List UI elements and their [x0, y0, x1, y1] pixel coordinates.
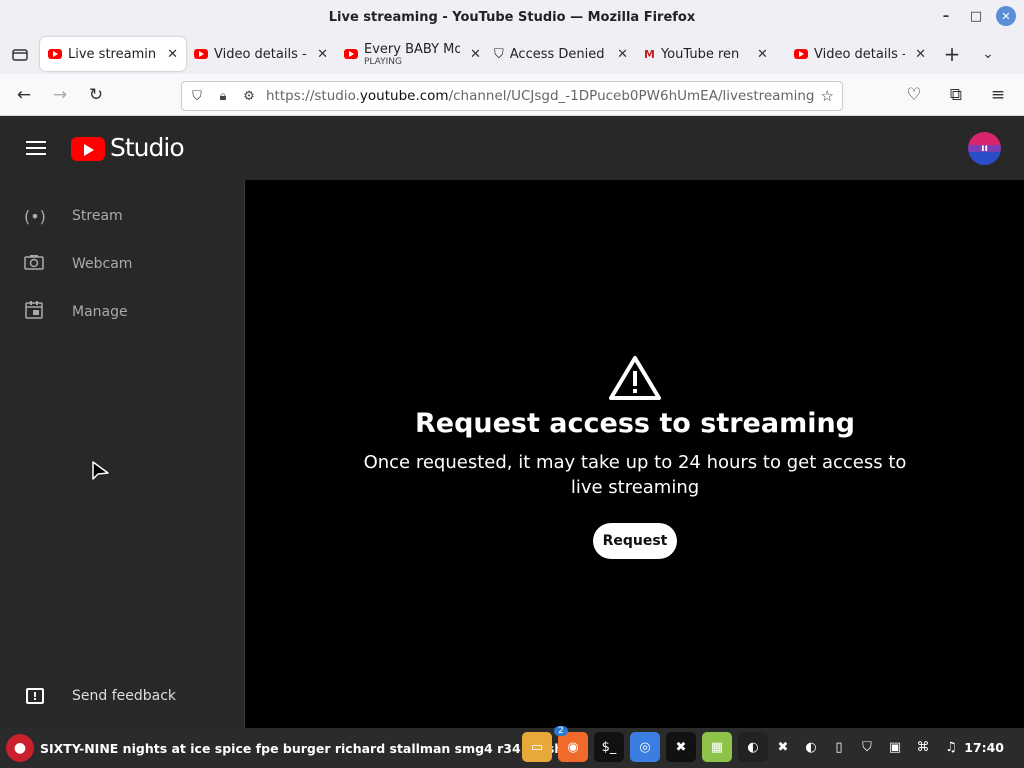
sidebar-item-label: Manage: [72, 304, 128, 320]
tab-youtube-ren[interactable]: M YouTube ren ✕: [636, 37, 786, 71]
firefox-icon[interactable]: ◉ 2: [554, 726, 588, 762]
main-content: Request access to streaming Once request…: [246, 180, 1024, 728]
menu-icon[interactable]: ≡: [980, 77, 1016, 113]
tab-playing-label: PLAYING: [364, 56, 402, 67]
back-arrow-icon[interactable]: ←: [6, 77, 42, 113]
folder-icon[interactable]: ▭: [522, 732, 552, 762]
hamburger-menu-icon[interactable]: [26, 141, 46, 155]
tab-text: Every BABY Mo PLAYING: [364, 42, 460, 67]
sidebar-item-manage[interactable]: Manage: [0, 292, 245, 332]
page-title: Request access to streaming: [414, 408, 856, 439]
tab-label: Access Denied: [509, 46, 605, 62]
tab-label: Video details - ‘: [214, 46, 308, 62]
notification-badge: 2: [554, 726, 568, 736]
tab-video-details-2[interactable]: Video details - ✕: [786, 37, 934, 71]
clipboard-icon[interactable]: ▯: [828, 734, 850, 760]
reload-icon[interactable]: ↻: [78, 77, 114, 113]
request-button[interactable]: Request: [593, 523, 677, 559]
taskbar: ● SIXTY-NINE nights at ice spice fpe bur…: [0, 726, 1024, 768]
studio-brand[interactable]: Studio: [110, 133, 185, 162]
obs-tray-icon[interactable]: ◐: [800, 734, 822, 760]
youtube-icon: [344, 49, 358, 59]
close-tab-icon[interactable]: ✕: [470, 47, 481, 62]
tab-list-icon[interactable]: [0, 34, 40, 74]
tab-label: Video details -: [814, 46, 906, 62]
sidebar-item-webcam[interactable]: Webcam: [0, 244, 245, 284]
page-description: Once requested, it may take up to 24 hou…: [363, 452, 907, 498]
lock-icon[interactable]: 🔒︎: [214, 89, 232, 104]
camera-icon: [0, 254, 72, 274]
broadcast-icon: (•): [24, 206, 46, 226]
close-tab-icon[interactable]: ✕: [915, 47, 926, 62]
forward-arrow-icon[interactable]: →: [42, 77, 78, 113]
update-icon[interactable]: ▣: [884, 734, 906, 760]
permissions-icon[interactable]: ⚙: [240, 89, 258, 104]
chrome-icon[interactable]: ◎: [630, 732, 660, 762]
terminal-icon[interactable]: $_: [594, 732, 624, 762]
window-titlebar: Live streaming - YouTube Studio — Mozill…: [0, 0, 1024, 34]
sidebar: (•) Stream Webcam Manage ! Send feedback: [0, 180, 245, 728]
gmail-icon: M: [644, 47, 655, 61]
close-window-button[interactable]: ✕: [996, 6, 1016, 26]
url-bar[interactable]: ⛉ 🔒︎ ⚙ https://studio.youtube.com/channe…: [181, 81, 843, 111]
sidebar-item-label: Send feedback: [72, 688, 177, 704]
youtube-icon: [48, 49, 62, 59]
music-icon[interactable]: ♫: [940, 734, 962, 760]
bookmark-star-icon[interactable]: ☆: [821, 87, 834, 105]
feedback-icon: !: [0, 688, 72, 704]
close-tab-icon[interactable]: ✕: [617, 47, 628, 62]
calendar-icon: [0, 300, 72, 324]
tracking-shield-icon[interactable]: ⛉: [188, 89, 206, 104]
extensions-icon[interactable]: ⧉: [938, 77, 974, 113]
network-icon[interactable]: ⌘: [912, 734, 934, 760]
grid-app-icon[interactable]: ▦: [702, 732, 732, 762]
xampp-icon[interactable]: ✖: [666, 732, 696, 762]
tab-label: Live streaming: [68, 46, 158, 62]
youtube-icon: [794, 49, 808, 59]
security-shield-icon[interactable]: ⛉: [856, 734, 878, 760]
avatar[interactable]: ıı: [968, 132, 1001, 165]
studio-header: Studio ıı: [0, 116, 1024, 180]
sidebar-item-label: Webcam: [72, 256, 133, 272]
tab-every-baby[interactable]: Every BABY Mo PLAYING ✕: [336, 37, 486, 71]
close-tab-icon[interactable]: ✕: [757, 47, 768, 62]
close-tab-icon[interactable]: ✕: [317, 47, 328, 62]
angry-bird-icon[interactable]: ●: [6, 734, 34, 762]
new-tab-icon[interactable]: +: [934, 36, 970, 72]
navigation-bar: ← → ↻ ⛉ 🔒︎ ⚙ https://studio.youtube.com/…: [0, 74, 1024, 116]
window-title: Live streaming - YouTube Studio — Mozill…: [328, 9, 696, 25]
youtube-icon: [194, 49, 208, 59]
tab-access-denied[interactable]: ⛉ Access Denied ✕: [486, 37, 636, 71]
minimize-button[interactable]: –: [936, 6, 956, 26]
mouse-cursor-icon: [91, 460, 111, 486]
tab-label: YouTube ren: [660, 46, 740, 62]
tab-video-details-1[interactable]: Video details - ‘ ✕: [186, 37, 336, 71]
youtube-logo-icon[interactable]: [71, 137, 105, 161]
close-tab-icon[interactable]: ✕: [167, 47, 178, 62]
chevron-down-icon[interactable]: ⌄: [970, 36, 1006, 72]
maximize-button[interactable]: □: [966, 6, 986, 26]
tab-label: Every BABY Mo: [364, 41, 460, 57]
pocket-icon[interactable]: ♡: [896, 77, 932, 113]
tab-bar: Live streaming ✕ Video details - ‘ ✕ Eve…: [0, 34, 1024, 74]
sidebar-item-label: Stream: [72, 208, 123, 224]
url-text: https://studio.youtube.com/channel/UCJsg…: [266, 88, 815, 104]
xampp-tray-icon[interactable]: ✖: [772, 734, 794, 760]
shield-icon: ⛉: [494, 46, 504, 62]
warning-icon: [608, 355, 662, 405]
taskbar-window-title[interactable]: SIXTY-NINE nights at ice spice fpe burge…: [40, 741, 563, 756]
sidebar-item-stream[interactable]: (•) Stream: [0, 196, 245, 236]
obs-icon[interactable]: ◐: [738, 732, 768, 762]
sidebar-item-feedback[interactable]: ! Send feedback: [0, 676, 245, 716]
clock[interactable]: 17:40: [964, 740, 1004, 755]
tab-live-streaming[interactable]: Live streaming ✕: [40, 37, 186, 71]
